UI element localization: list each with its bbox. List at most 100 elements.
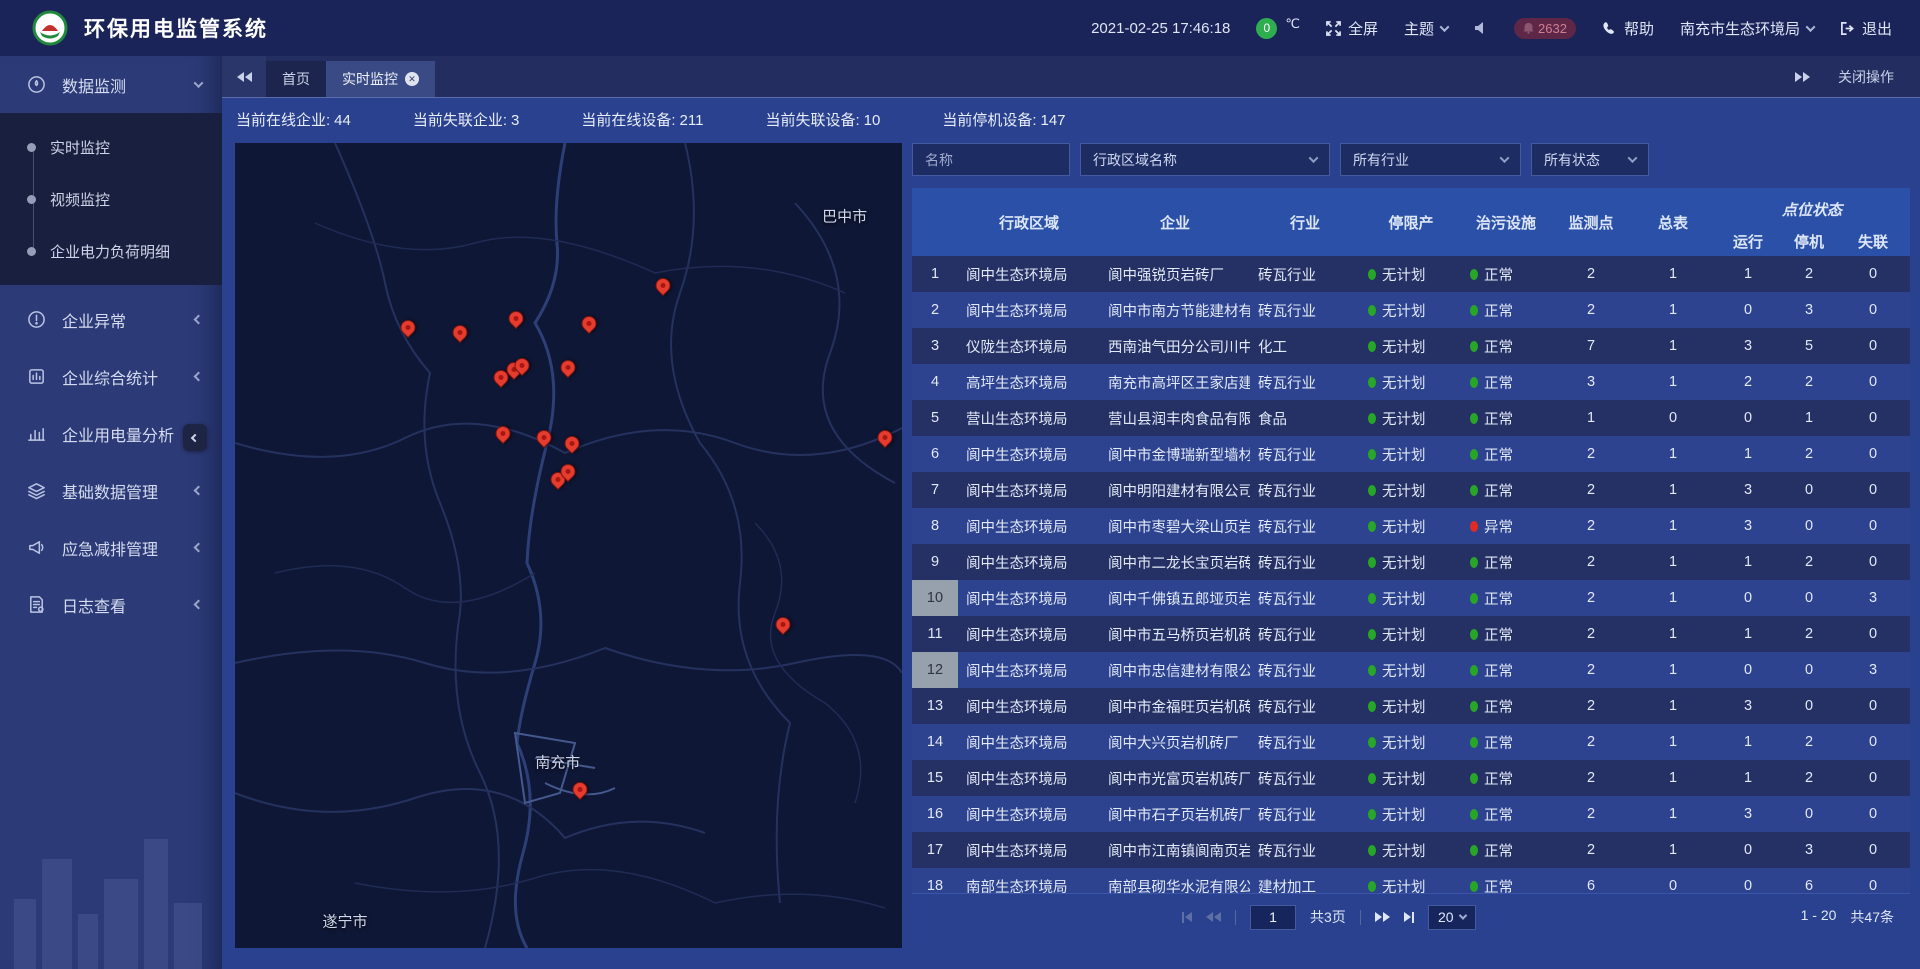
industry-filter-select[interactable]: 所有行业: [1340, 143, 1521, 176]
notification-badge[interactable]: 2632: [1514, 18, 1576, 39]
status-dot-icon: [1368, 881, 1376, 892]
cell-stop: 0: [1782, 580, 1836, 616]
chevron-left-icon: [194, 315, 204, 325]
cell-company: 阆中市江南镇阆南页岩: [1100, 832, 1250, 868]
table-row[interactable]: 16 阆中生态环境局 阆中市石子页岩机砖厂 砖瓦行业 无计划 正常 2 1 3 …: [912, 796, 1910, 832]
table-row[interactable]: 17 阆中生态环境局 阆中市江南镇阆南页岩 砖瓦行业 无计划 正常 2 1 0 …: [912, 832, 1910, 868]
sidebar-item-realtime-monitoring[interactable]: 实时监控: [0, 121, 222, 173]
cell-run: 0: [1714, 580, 1782, 616]
region-filter-select[interactable]: 行政区域名称: [1080, 143, 1330, 176]
table-row[interactable]: 4 高坪生态环境局 南充市高坪区王家店建 砖瓦行业 无计划 正常 3 1 2 2…: [912, 364, 1910, 400]
table-row[interactable]: 5 营山生态环境局 营山县润丰肉食品有限 食品 无计划 正常 1 0 0 1 0: [912, 400, 1910, 436]
cell-company: 阆中大兴页岩机砖厂: [1100, 724, 1250, 760]
cell-points: 1: [1550, 400, 1632, 436]
chevron-down-icon: [1440, 22, 1450, 32]
cell-meters: 1: [1632, 616, 1714, 652]
last-page-button[interactable]: [1404, 912, 1414, 923]
tab-close-icon[interactable]: ✕: [405, 72, 419, 86]
cell-points: 2: [1550, 724, 1632, 760]
status-dot-icon: [1470, 341, 1478, 352]
logout-button[interactable]: 退出: [1840, 18, 1892, 39]
name-filter-field[interactable]: [912, 143, 1070, 176]
cell-stop: 0: [1782, 472, 1836, 508]
cell-facility-status: 正常: [1462, 580, 1550, 616]
name-filter-input[interactable]: [925, 152, 1057, 168]
tab-home[interactable]: 首页: [266, 61, 326, 97]
cell-stop: 2: [1782, 760, 1836, 796]
table-row[interactable]: 13 阆中生态环境局 阆中市金福旺页岩机砖 砖瓦行业 无计划 正常 2 1 3 …: [912, 688, 1910, 724]
sidebar-item-log-view[interactable]: 日志查看: [0, 576, 222, 633]
page-size-select[interactable]: 20: [1428, 905, 1476, 930]
cell-run: 2: [1714, 364, 1782, 400]
sidebar-item-power-load-detail[interactable]: 企业电力负荷明细: [0, 225, 222, 277]
chevron-left-icon: [194, 600, 204, 610]
status-filter-select[interactable]: 所有状态: [1531, 143, 1649, 176]
cell-company: 营山县润丰肉食品有限: [1100, 400, 1250, 436]
fullscreen-button[interactable]: 全屏: [1326, 18, 1378, 39]
sidebar-item-enterprise-statistics[interactable]: 企业综合统计: [0, 348, 222, 405]
first-page-button[interactable]: [1182, 912, 1192, 923]
status-dot-icon: [1368, 269, 1376, 280]
cell-industry: 砖瓦行业: [1250, 760, 1360, 796]
cell-run: 0: [1714, 652, 1782, 688]
tabs-scroll-right-button[interactable]: [1795, 72, 1810, 82]
cell-lost: 0: [1836, 796, 1910, 832]
alert-circle-icon: [27, 310, 46, 329]
table-row[interactable]: 14 阆中生态环境局 阆中大兴页岩机砖厂 砖瓦行业 无计划 正常 2 1 1 2…: [912, 724, 1910, 760]
cell-meters: 1: [1632, 364, 1714, 400]
table-row[interactable]: 11 阆中生态环境局 阆中市五马桥页岩机砖 砖瓦行业 无计划 正常 2 1 1 …: [912, 616, 1910, 652]
table-row[interactable]: 3 仪陇生态环境局 西南油气田分公司川中 化工 无计划 正常 7 1 3 5 0: [912, 328, 1910, 364]
col-facility: 治污设施: [1462, 188, 1550, 256]
row-number: 16: [912, 796, 958, 832]
cell-company: 阆中市忠信建材有限公: [1100, 652, 1250, 688]
cell-company: 南充市高坪区王家店建: [1100, 364, 1250, 400]
table-row[interactable]: 6 阆中生态环境局 阆中市金博瑞新型墙材 砖瓦行业 无计划 正常 2 1 1 2…: [912, 436, 1910, 472]
close-operations-button[interactable]: 关闭操作: [1838, 67, 1894, 87]
theme-dropdown[interactable]: 主题: [1404, 18, 1448, 39]
stat-online-devices: 当前在线设备:211: [581, 109, 703, 130]
sidebar-collapse-button[interactable]: [183, 424, 207, 451]
map-city-label: 遂宁市: [323, 910, 368, 931]
cell-industry: 砖瓦行业: [1250, 796, 1360, 832]
cell-run: 1: [1714, 760, 1782, 796]
status-dot-icon: [1470, 701, 1478, 712]
table-row[interactable]: 9 阆中生态环境局 阆中市二龙长宝页岩砖 砖瓦行业 无计划 正常 2 1 1 2…: [912, 544, 1910, 580]
cell-industry: 砖瓦行业: [1250, 436, 1360, 472]
tab-realtime-monitoring[interactable]: 实时监控 ✕: [326, 61, 435, 97]
cell-run: 1: [1714, 724, 1782, 760]
sidebar-item-base-data[interactable]: 基础数据管理: [0, 462, 222, 519]
sidebar-item-video-monitoring[interactable]: 视频监控: [0, 173, 222, 225]
chevron-down-icon: [1628, 153, 1638, 163]
sidebar-item-data-monitoring[interactable]: 数据监测: [0, 56, 222, 113]
cell-region: 阆中生态环境局: [958, 436, 1100, 472]
map-panel[interactable]: 巴中市南充市遂宁市: [235, 143, 902, 948]
sidebar-item-enterprise-abnormal[interactable]: 企业异常: [0, 291, 222, 348]
cell-facility-status: 正常: [1462, 796, 1550, 832]
enterprise-table: 行政区域 企业 行业 停限产 治污设施 监测点 总表 点位状态 运行 停机 失联…: [912, 188, 1910, 940]
row-number: 3: [912, 328, 958, 364]
table-row[interactable]: 1 阆中生态环境局 阆中强锐页岩砖厂 砖瓦行业 无计划 正常 2 1 1 2 0: [912, 256, 1910, 292]
speaker-muted-icon[interactable]: [1474, 21, 1488, 35]
prev-page-button[interactable]: [1206, 912, 1221, 922]
sidebar-item-emergency-reduction[interactable]: 应急减排管理: [0, 519, 222, 576]
table-row[interactable]: 8 阆中生态环境局 阆中市枣碧大梁山页岩 砖瓦行业 无计划 异常 2 1 3 0…: [912, 508, 1910, 544]
page-number-input[interactable]: 1: [1250, 905, 1296, 930]
org-dropdown[interactable]: 南充市生态环境局: [1680, 18, 1814, 39]
table-row[interactable]: 2 阆中生态环境局 阆中市南方节能建材有 砖瓦行业 无计划 正常 2 1 0 3…: [912, 292, 1910, 328]
cell-limit-status: 无计划: [1360, 472, 1462, 508]
cell-run: 1: [1714, 616, 1782, 652]
help-button[interactable]: 帮助: [1602, 18, 1654, 39]
tabs-scroll-left-button[interactable]: [222, 56, 266, 97]
row-number: 4: [912, 364, 958, 400]
map-labels: 巴中市南充市遂宁市: [235, 143, 902, 948]
table-row[interactable]: 15 阆中生态环境局 阆中市光富页岩机砖厂 砖瓦行业 无计划 正常 2 1 1 …: [912, 760, 1910, 796]
cell-run: 0: [1714, 400, 1782, 436]
table-row[interactable]: 12 阆中生态环境局 阆中市忠信建材有限公 砖瓦行业 无计划 正常 2 1 0 …: [912, 652, 1910, 688]
col-meters: 总表: [1632, 188, 1714, 256]
cell-lost: 0: [1836, 472, 1910, 508]
cell-limit-status: 无计划: [1360, 328, 1462, 364]
next-page-button[interactable]: [1375, 912, 1390, 922]
table-row[interactable]: 10 阆中生态环境局 阆中千佛镇五郎垭页岩 砖瓦行业 无计划 正常 2 1 0 …: [912, 580, 1910, 616]
table-row[interactable]: 7 阆中生态环境局 阆中明阳建材有限公司 砖瓦行业 无计划 正常 2 1 3 0…: [912, 472, 1910, 508]
cell-limit-status: 无计划: [1360, 724, 1462, 760]
